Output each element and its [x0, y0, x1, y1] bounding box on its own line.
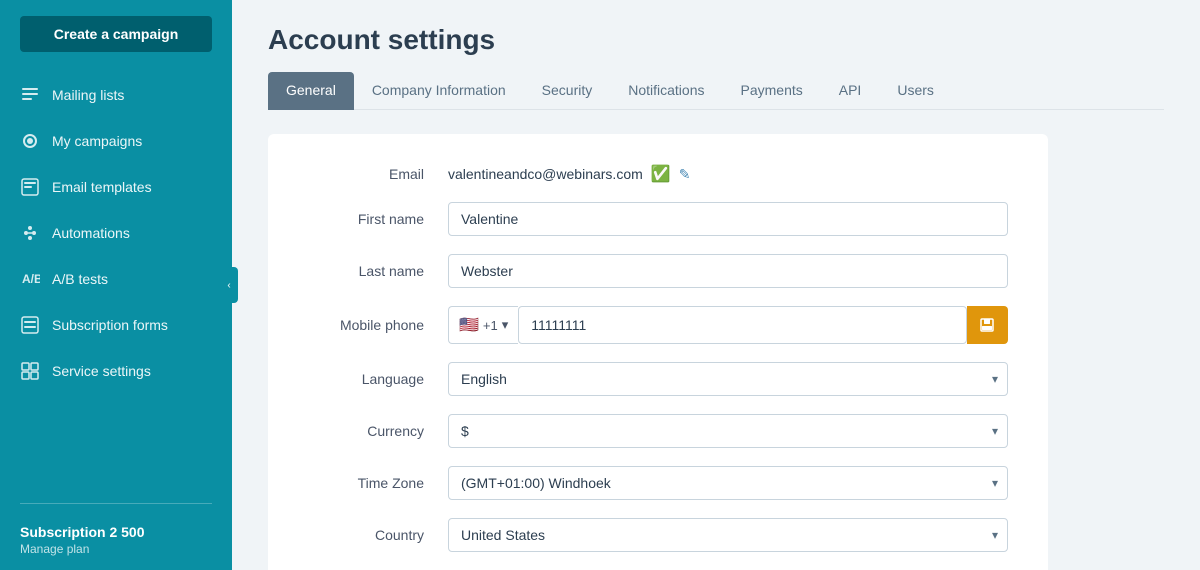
firstname-label: First name	[308, 211, 448, 227]
firstname-row: First name	[308, 202, 1008, 236]
ab-icon: A/B	[20, 269, 40, 289]
country-label: Country	[308, 527, 448, 543]
save-phone-icon	[979, 317, 995, 333]
sidebar-item-automations[interactable]: Automations	[0, 210, 232, 256]
sidebar-label-service-settings: Service settings	[52, 363, 151, 379]
phone-country-selector[interactable]: 🇺🇸 +1 ▾	[448, 306, 518, 344]
email-value: valentineandco@webinars.com	[448, 166, 643, 182]
language-label: Language	[308, 371, 448, 387]
email-edit-icon[interactable]: ✎	[679, 166, 691, 183]
tab-api[interactable]: API	[821, 72, 880, 110]
forms-icon	[20, 315, 40, 335]
currency-select-wrapper: $ ▾	[448, 414, 1008, 448]
phone-row: Mobile phone 🇺🇸 +1 ▾	[308, 306, 1008, 344]
phone-save-button[interactable]	[967, 306, 1008, 344]
tab-users[interactable]: Users	[879, 72, 952, 110]
currency-label: Currency	[308, 423, 448, 439]
settings-card: Email valentineandco@webinars.com ✅ ✎ Fi…	[268, 134, 1048, 570]
sidebar-item-mailing-lists[interactable]: Mailing lists	[0, 72, 232, 118]
phone-input[interactable]	[518, 306, 967, 344]
language-field: English ▾	[448, 362, 1008, 396]
main-header: Account settings General Company Informa…	[232, 0, 1200, 110]
country-select[interactable]: United States	[448, 518, 1008, 552]
timezone-select[interactable]: (GMT+01:00) Windhoek	[448, 466, 1008, 500]
sidebar-item-my-campaigns[interactable]: My campaigns	[0, 118, 232, 164]
flag-icon: 🇺🇸	[459, 315, 479, 335]
sidebar-item-email-templates[interactable]: Email templates	[0, 164, 232, 210]
sidebar-item-subscription-forms[interactable]: Subscription forms	[0, 302, 232, 348]
country-row: Country United States ▾	[308, 518, 1008, 552]
tab-company-info[interactable]: Company Information	[354, 72, 524, 110]
sidebar: Create a campaign Mailing lists My campa…	[0, 0, 232, 570]
currency-select[interactable]: $	[448, 414, 1008, 448]
templates-icon	[20, 177, 40, 197]
tab-payments[interactable]: Payments	[723, 72, 821, 110]
phone-label: Mobile phone	[308, 317, 448, 333]
sidebar-item-service-settings[interactable]: Service settings	[0, 348, 232, 394]
language-select[interactable]: English	[448, 362, 1008, 396]
svg-text:A/B: A/B	[22, 272, 40, 286]
tab-notifications[interactable]: Notifications	[610, 72, 722, 110]
currency-field: $ ▾	[448, 414, 1008, 448]
phone-dropdown-arrow: ▾	[502, 317, 509, 333]
email-label: Email	[308, 166, 448, 182]
language-row: Language English ▾	[308, 362, 1008, 396]
phone-row-group: 🇺🇸 +1 ▾	[448, 306, 1008, 344]
sidebar-label-subscription-forms: Subscription forms	[52, 317, 168, 333]
timezone-field: (GMT+01:00) Windhoek ▾	[448, 466, 1008, 500]
sidebar-label-automations: Automations	[52, 225, 130, 241]
tab-security[interactable]: Security	[524, 72, 611, 110]
timezone-label: Time Zone	[308, 475, 448, 491]
email-display: valentineandco@webinars.com ✅ ✎	[448, 164, 1008, 184]
lastname-label: Last name	[308, 263, 448, 279]
tabs-bar: General Company Information Security Not…	[268, 72, 1164, 110]
tab-general[interactable]: General	[268, 72, 354, 110]
timezone-row: Time Zone (GMT+01:00) Windhoek ▾	[308, 466, 1008, 500]
page-title: Account settings	[268, 24, 1164, 56]
sidebar-collapse-button[interactable]: ‹	[220, 267, 238, 303]
lastname-input[interactable]	[448, 254, 1008, 288]
main-scrollable: Email valentineandco@webinars.com ✅ ✎ Fi…	[232, 110, 1200, 570]
firstname-field	[448, 202, 1008, 236]
country-select-wrapper: United States ▾	[448, 518, 1008, 552]
sidebar-label-email-templates: Email templates	[52, 179, 152, 195]
create-campaign-button[interactable]: Create a campaign	[20, 16, 212, 52]
service-settings-icon	[20, 361, 40, 381]
phone-code: +1	[483, 318, 498, 333]
sidebar-label-my-campaigns: My campaigns	[52, 133, 142, 149]
phone-field: 🇺🇸 +1 ▾	[448, 306, 1008, 344]
sidebar-footer: Subscription 2 500 Manage plan	[0, 510, 232, 570]
currency-row: Currency $ ▾	[308, 414, 1008, 448]
sidebar-label-ab-tests: A/B tests	[52, 271, 108, 287]
language-select-wrapper: English ▾	[448, 362, 1008, 396]
manage-plan-link[interactable]: Manage plan	[20, 542, 212, 556]
sidebar-divider	[20, 503, 212, 504]
email-row: Email valentineandco@webinars.com ✅ ✎	[308, 164, 1008, 184]
lastname-row: Last name	[308, 254, 1008, 288]
sidebar-item-ab-tests[interactable]: A/B A/B tests	[0, 256, 232, 302]
sidebar-nav: Mailing lists My campaigns Email templat…	[0, 72, 232, 497]
sidebar-label-mailing-lists: Mailing lists	[52, 87, 124, 103]
country-field: United States ▾	[448, 518, 1008, 552]
main-content-area: Account settings General Company Informa…	[232, 0, 1200, 570]
subscription-title: Subscription 2 500	[20, 524, 212, 540]
timezone-select-wrapper: (GMT+01:00) Windhoek ▾	[448, 466, 1008, 500]
list-icon	[20, 85, 40, 105]
lastname-field	[448, 254, 1008, 288]
email-verified-icon: ✅	[651, 164, 671, 184]
auto-icon	[20, 223, 40, 243]
email-field: valentineandco@webinars.com ✅ ✎	[448, 164, 1008, 184]
firstname-input[interactable]	[448, 202, 1008, 236]
campaigns-icon	[20, 131, 40, 151]
